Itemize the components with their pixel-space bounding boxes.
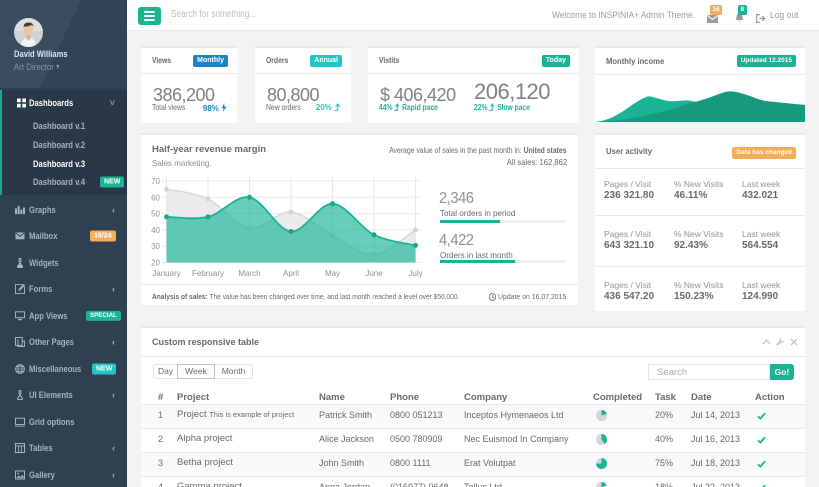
svg-text:January: January <box>152 269 180 278</box>
svg-text:February: February <box>192 269 224 278</box>
svg-text:70: 70 <box>151 177 160 186</box>
svg-text:60: 60 <box>151 193 160 202</box>
svg-text:30: 30 <box>151 242 160 251</box>
svg-text:50: 50 <box>151 210 160 219</box>
svg-text:March: March <box>238 269 260 278</box>
svg-text:20: 20 <box>151 259 160 268</box>
svg-text:April: April <box>283 269 299 278</box>
svg-text:40: 40 <box>151 226 160 235</box>
svg-text:May: May <box>325 269 340 278</box>
svg-text:June: June <box>365 269 383 278</box>
svg-text:July: July <box>408 269 422 278</box>
